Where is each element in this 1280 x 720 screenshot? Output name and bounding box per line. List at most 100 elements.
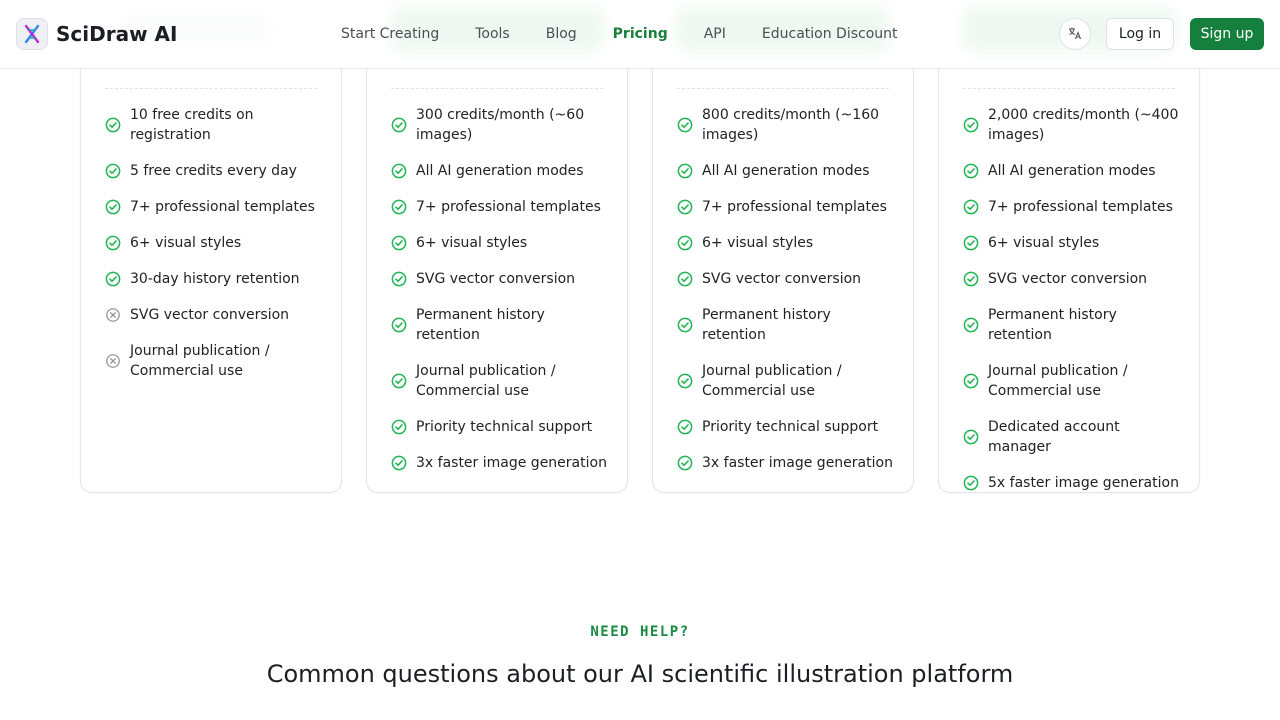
feature-item: Permanent history retention <box>677 305 897 345</box>
feature-text: 7+ professional templates <box>130 199 315 215</box>
nav-pricing[interactable]: Pricing <box>613 24 668 44</box>
feature-item: All AI generation modes <box>963 161 1183 181</box>
feature-text: 3x faster image generation <box>416 455 607 471</box>
nav-education-discount[interactable]: Education Discount <box>762 24 898 44</box>
nav-tools[interactable]: Tools <box>475 24 510 44</box>
feature-text: 7+ professional templates <box>702 199 887 215</box>
feature-item: 6+ visual styles <box>963 233 1183 253</box>
feature-item: 7+ professional templates <box>677 197 897 217</box>
card-divider <box>391 88 603 89</box>
feature-text: 800 credits/month (~160 images) <box>702 107 880 143</box>
feature-item: Journal publication / Commercial use <box>963 361 1183 401</box>
feature-item: Priority technical support <box>391 417 611 437</box>
feature-item: 5x faster image generation <box>963 473 1183 493</box>
feature-item: 7+ professional templates <box>105 197 325 217</box>
feature-text: SVG vector conversion <box>130 307 290 323</box>
feature-text: Permanent history retention <box>416 307 545 343</box>
feature-item: 6+ visual styles <box>677 233 897 253</box>
x-circle-icon <box>105 353 121 369</box>
feature-item: 7+ professional templates <box>391 197 611 217</box>
feature-text: 6+ visual styles <box>702 235 814 251</box>
feature-item: 800 credits/month (~160 images) <box>677 105 897 145</box>
signup-button[interactable]: Sign up <box>1190 18 1264 50</box>
feature-list: 800 credits/month (~160 images) All AI ge… <box>677 105 897 489</box>
feature-text: 6+ visual styles <box>416 235 528 251</box>
feature-item: SVG vector conversion <box>677 269 897 289</box>
check-circle-icon <box>391 235 407 251</box>
check-circle-icon <box>963 235 979 251</box>
nav-blog[interactable]: Blog <box>546 24 577 44</box>
feature-item: All AI generation modes <box>677 161 897 181</box>
main-nav: Start Creating Tools Blog Pricing API Ed… <box>341 24 934 44</box>
feature-text: Journal publication / Commercial use <box>702 363 842 399</box>
feature-text: Priority technical support <box>702 419 879 435</box>
card-divider <box>677 88 889 89</box>
feature-list: 10 free credits on registration 5 free cr… <box>105 105 325 397</box>
check-circle-icon <box>677 419 693 435</box>
nav-api[interactable]: API <box>704 24 726 44</box>
check-circle-icon <box>677 163 693 179</box>
check-circle-icon <box>105 163 121 179</box>
language-button[interactable] <box>1059 18 1091 50</box>
feature-text: 5x faster image generation <box>988 475 1179 491</box>
brand-name: SciDraw AI <box>56 22 178 46</box>
feature-text: 10 free credits on registration <box>130 107 254 143</box>
feature-text: SVG vector conversion <box>702 271 862 287</box>
pricing-card-free: 10 free credits on registration 5 free cr… <box>80 0 342 493</box>
feature-text: All AI generation modes <box>988 163 1156 179</box>
feature-item: Journal publication / Commercial use <box>391 361 611 401</box>
feature-text: SVG vector conversion <box>416 271 576 287</box>
check-circle-icon <box>105 235 121 251</box>
feature-list: 2,000 credits/month (~400 images) All AI … <box>963 105 1183 509</box>
feature-item: 6+ visual styles <box>391 233 611 253</box>
check-circle-icon <box>391 317 407 333</box>
check-circle-icon <box>105 199 121 215</box>
check-circle-icon <box>677 271 693 287</box>
pricing-cards: 10 free credits on registration 5 free cr… <box>80 0 1200 493</box>
check-circle-icon <box>677 373 693 389</box>
faq-heading: Common questions about our AI scientific… <box>266 660 1014 688</box>
feature-text: Dedicated account manager <box>988 419 1120 455</box>
feature-item: SVG vector conversion <box>963 269 1183 289</box>
feature-text: 5 free credits every day <box>130 163 297 179</box>
check-circle-icon <box>963 271 979 287</box>
feature-item: 10 free credits on registration <box>105 105 325 145</box>
feature-text: 6+ visual styles <box>988 235 1100 251</box>
feature-text: 7+ professional templates <box>988 199 1173 215</box>
nav-start-creating[interactable]: Start Creating <box>341 24 439 44</box>
feature-text: 2,000 credits/month (~400 images) <box>988 107 1179 143</box>
check-circle-icon <box>391 419 407 435</box>
feature-text: Journal publication / Commercial use <box>130 343 270 379</box>
check-circle-icon <box>105 271 121 287</box>
check-circle-icon <box>963 475 979 491</box>
x-circle-icon <box>105 307 121 323</box>
feature-item: 30-day history retention <box>105 269 325 289</box>
feature-item: Permanent history retention <box>963 305 1183 345</box>
check-circle-icon <box>963 163 979 179</box>
check-circle-icon <box>391 199 407 215</box>
feature-text: 7+ professional templates <box>416 199 601 215</box>
feature-text: SVG vector conversion <box>988 271 1148 287</box>
feature-item: 3x faster image generation <box>391 453 611 473</box>
feature-item: 5 free credits every day <box>105 161 325 181</box>
brand-logo[interactable]: SciDraw AI <box>16 18 177 50</box>
check-circle-icon <box>677 117 693 133</box>
check-circle-icon <box>963 429 979 445</box>
feature-item: Permanent history retention <box>391 305 611 345</box>
pricing-card-basic: 300 credits/month (~60 images) All AI gen… <box>366 0 628 493</box>
feature-item: 6+ visual styles <box>105 233 325 253</box>
feature-item: 3x faster image generation <box>677 453 897 473</box>
feature-text: All AI generation modes <box>702 163 870 179</box>
login-button[interactable]: Log in <box>1106 18 1174 50</box>
feature-text: 3x faster image generation <box>702 455 893 471</box>
faq-eyebrow: NEED HELP? <box>590 624 690 640</box>
feature-item: All AI generation modes <box>391 161 611 181</box>
feature-text: 30-day history retention <box>130 271 300 287</box>
check-circle-icon <box>391 117 407 133</box>
check-circle-icon <box>391 373 407 389</box>
check-circle-icon <box>391 271 407 287</box>
feature-text: Permanent history retention <box>702 307 831 343</box>
feature-text: Priority technical support <box>416 419 593 435</box>
feature-item: 300 credits/month (~60 images) <box>391 105 611 145</box>
feature-item: SVG vector conversion <box>391 269 611 289</box>
